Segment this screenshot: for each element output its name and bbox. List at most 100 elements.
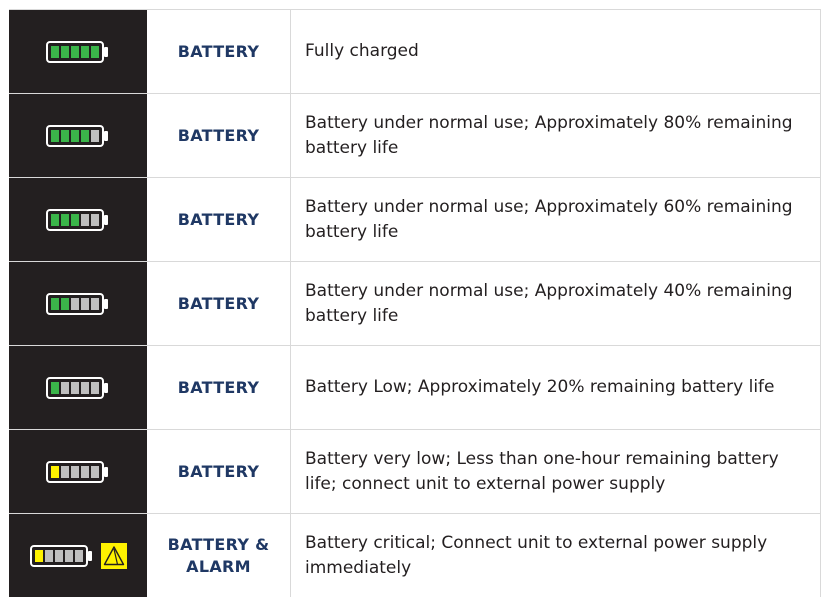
table-row: BATTERY & ALARM Battery critical; Connec… (9, 514, 820, 597)
battery-segment (51, 381, 59, 394)
battery-graphic (46, 460, 108, 483)
battery-segment (61, 213, 69, 226)
status-label: BATTERY (177, 461, 260, 481)
status-label: BATTERY (177, 41, 260, 61)
battery-segment (81, 129, 89, 142)
status-description: Battery under normal use; Approximately … (305, 196, 793, 242)
battery-segment (54, 549, 63, 562)
battery-segment (71, 129, 79, 142)
description-cell: Battery critical; Connect unit to extern… (291, 514, 820, 597)
battery-segment (81, 465, 89, 478)
table-row: BATTERY Battery under normal use; Approx… (9, 94, 820, 178)
battery-segment (91, 465, 99, 478)
battery-segment (81, 381, 89, 394)
icon-cell (9, 94, 147, 177)
table-row: BATTERY Fully charged (9, 10, 820, 94)
battery-terminal (104, 298, 108, 309)
battery-icon (46, 124, 110, 147)
status-description: Battery critical; Connect unit to extern… (305, 532, 768, 578)
battery-graphic (46, 292, 108, 315)
icon-cell (9, 262, 147, 345)
icon-cell (9, 178, 147, 261)
description-cell: Battery Low; Approximately 20% remaining… (291, 346, 820, 429)
battery-segment (61, 297, 69, 310)
battery-segment (71, 213, 79, 226)
battery-segment (61, 45, 69, 58)
icon-cell (9, 514, 147, 597)
warning-triangle-icon (100, 542, 127, 569)
status-description: Fully charged (305, 41, 419, 61)
battery-graphic (46, 40, 108, 63)
status-label: BATTERY (177, 125, 260, 145)
battery-segment (71, 381, 79, 394)
battery-graphic (29, 544, 92, 567)
battery-terminal (104, 46, 108, 57)
status-label-cell: BATTERY (147, 346, 291, 429)
battery-icon (46, 40, 110, 63)
battery-segment (71, 45, 79, 58)
table-row: BATTERY Battery Low; Approximately 20% r… (9, 346, 820, 430)
battery-segment (71, 465, 79, 478)
battery-segment (81, 213, 89, 226)
battery-segment (81, 297, 89, 310)
battery-icon (46, 292, 110, 315)
battery-segment (51, 465, 59, 478)
battery-segment (81, 45, 89, 58)
battery-terminal (104, 382, 108, 393)
battery-segment (71, 297, 79, 310)
status-description: Battery under normal use; Approximately … (305, 280, 793, 326)
battery-segment (91, 129, 99, 142)
icon-cell (9, 10, 147, 93)
table-row: BATTERY Battery under normal use; Approx… (9, 178, 820, 262)
battery-segment (64, 549, 73, 562)
status-description: Battery very low; Less than one-hour rem… (305, 448, 779, 494)
battery-segment (51, 297, 59, 310)
status-label-cell: BATTERY (147, 94, 291, 177)
battery-graphic (46, 376, 108, 399)
battery-terminal (104, 130, 108, 141)
battery-segment (34, 549, 43, 562)
status-label: BATTERY & ALARM (167, 534, 270, 576)
battery-icon (29, 544, 94, 567)
battery-graphic (46, 208, 108, 231)
battery-segment (51, 45, 59, 58)
battery-segment (44, 549, 53, 562)
description-cell: Fully charged (291, 10, 820, 93)
icon-cell (9, 346, 147, 429)
status-label-cell: BATTERY (147, 178, 291, 261)
table-row: BATTERY Battery very low; Less than one-… (9, 430, 820, 514)
battery-icon (46, 460, 110, 483)
battery-icon (46, 376, 110, 399)
status-description: Battery under normal use; Approximately … (305, 112, 793, 158)
battery-segment (61, 381, 69, 394)
icon-cell (9, 430, 147, 513)
status-label-cell: BATTERY (147, 10, 291, 93)
status-description: Battery Low; Approximately 20% remaining… (305, 377, 775, 397)
battery-segment (91, 297, 99, 310)
battery-segment (61, 465, 69, 478)
battery-segment (91, 213, 99, 226)
battery-terminal (104, 214, 108, 225)
table-row: BATTERY Battery under normal use; Approx… (9, 262, 820, 346)
status-label-cell: BATTERY (147, 262, 291, 345)
description-cell: Battery very low; Less than one-hour rem… (291, 430, 820, 513)
description-cell: Battery under normal use; Approximately … (291, 262, 820, 345)
battery-terminal (104, 466, 108, 477)
battery-graphic (46, 124, 108, 147)
battery-segment (91, 45, 99, 58)
battery-segment (74, 549, 83, 562)
battery-icon (46, 208, 110, 231)
status-label-cell: BATTERY & ALARM (147, 514, 291, 597)
battery-segment (91, 381, 99, 394)
battery-segment (51, 129, 59, 142)
description-cell: Battery under normal use; Approximately … (291, 94, 820, 177)
battery-status-table: BATTERY Fully charged BATTERY Battery un… (9, 9, 821, 597)
status-label: BATTERY (177, 293, 260, 313)
battery-segment (61, 129, 69, 142)
status-label: BATTERY (177, 377, 260, 397)
status-label-cell: BATTERY (147, 430, 291, 513)
battery-terminal (87, 550, 92, 561)
battery-segment (51, 213, 59, 226)
description-cell: Battery under normal use; Approximately … (291, 178, 820, 261)
status-label: BATTERY (177, 209, 260, 229)
